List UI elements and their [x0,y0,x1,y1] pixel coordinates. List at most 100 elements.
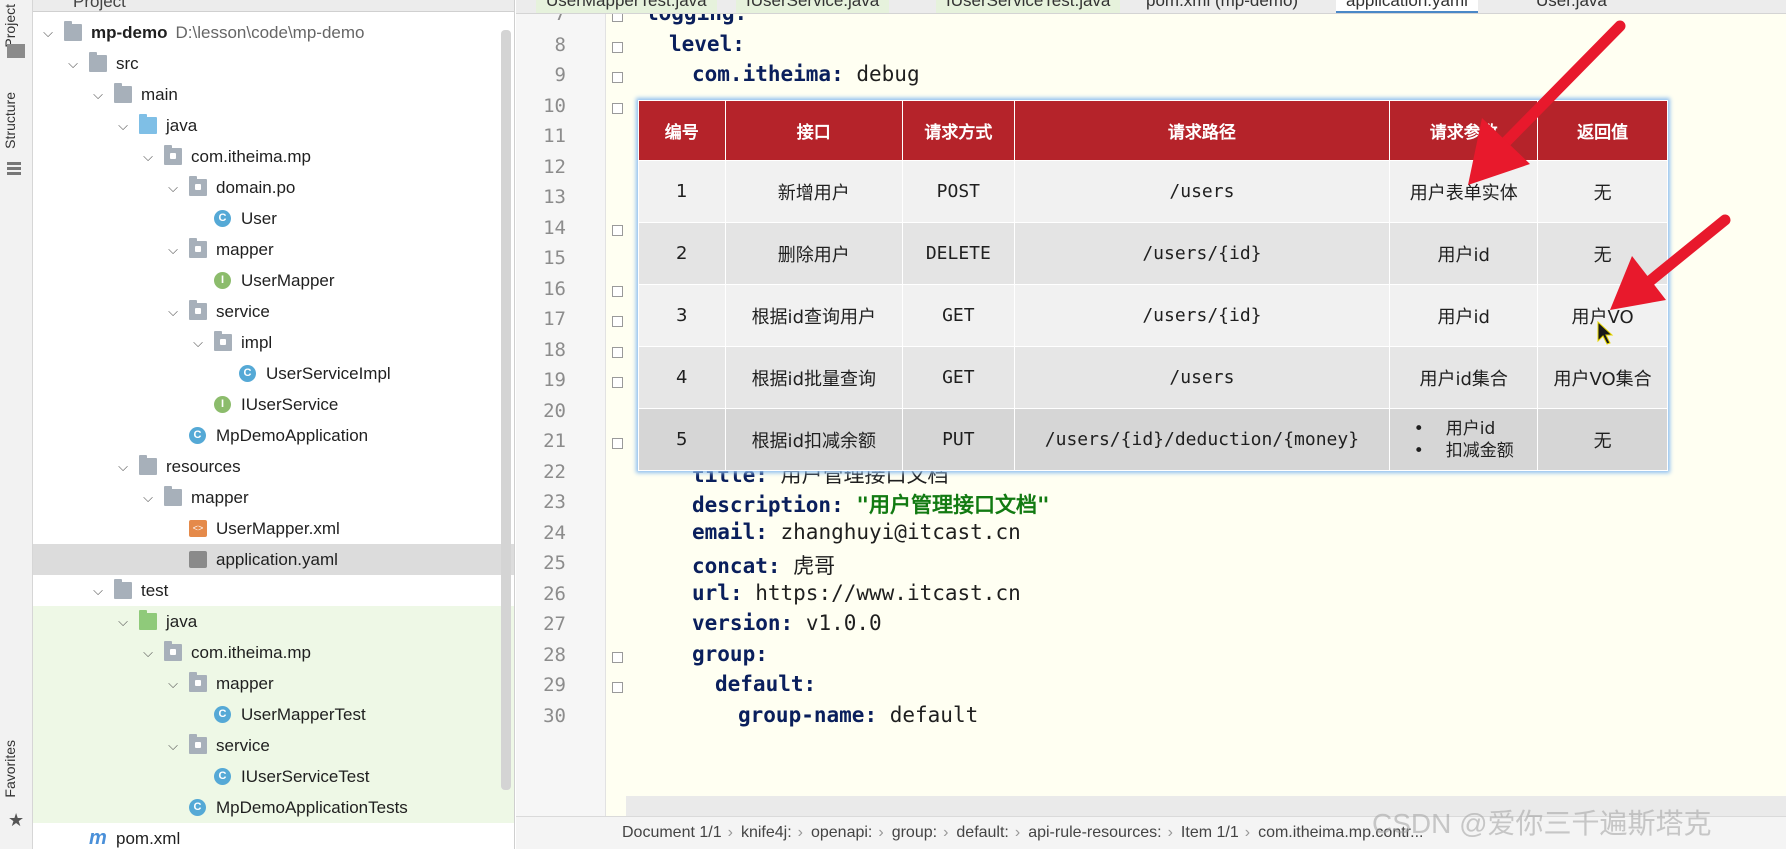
tree-item-label: pom.xml [116,829,181,848]
chevron-down-icon[interactable]: ⌵ [116,606,130,637]
chevron-down-icon[interactable]: ⌵ [166,730,180,761]
editor-tab[interactable]: IUserServiceTest.java [936,0,1121,13]
editor-tab[interactable]: IUserService.java [736,0,890,13]
line-number: 19 [543,369,566,391]
line-number: 13 [543,186,566,208]
test-class-icon: C [214,706,231,723]
chevron-down-icon[interactable]: ⌵ [141,141,155,172]
chevron-down-icon[interactable]: ⌵ [166,234,180,265]
tree-item[interactable]: C UserServiceImpl [33,358,514,389]
breadcrumb-item[interactable]: default: [956,824,1008,841]
tree-item[interactable]: ⌵ java [33,606,514,637]
fold-marker-icon[interactable] [612,285,623,297]
tree-item[interactable]: ⌵ com.itheima.mp [33,637,514,668]
tree-item[interactable]: ⌵ java [33,110,514,141]
breadcrumb-item[interactable]: group: [892,824,937,841]
chevron-down-icon[interactable]: ⌵ [166,668,180,699]
fold-marker-icon[interactable] [612,438,623,449]
tree-item-label: java [166,116,198,135]
tree-item[interactable]: C MpDemoApplicationTests [33,792,514,823]
folder-icon [114,579,132,599]
editor-tab[interactable]: pom.xml (mp-demo) [1136,0,1308,13]
package-icon [164,145,182,165]
fold-marker-icon[interactable] [612,682,623,693]
yaml-file-icon [189,551,207,568]
fold-marker-icon[interactable] [612,41,623,53]
project-tool-label[interactable]: Project [2,4,18,48]
chevron-down-icon[interactable]: ⌵ [141,637,155,668]
tree-item[interactable]: ⌵ resources [33,451,514,482]
line-number: 20 [543,399,566,422]
package-icon [189,300,207,320]
fold-marker-icon[interactable] [612,651,623,663]
tree-item[interactable]: ⌵ impl [33,327,514,358]
tree-item[interactable]: ⌵ domain.po [33,172,514,203]
tree-item[interactable]: ⌵ mapper [33,482,514,513]
star-icon[interactable]: ★ [8,810,24,831]
tree-item[interactable]: ⌵ mapper [33,668,514,699]
breadcrumb-item[interactable]: openapi: [811,824,872,841]
breadcrumb-item[interactable]: Document 1/1 [622,824,722,841]
tree-item[interactable]: ⌵ service [33,730,514,761]
editor-tab[interactable]: application.yaml [1336,0,1478,13]
fold-marker-icon[interactable] [612,224,623,236]
tree-item[interactable]: I UserMapper [33,265,514,296]
fold-marker-icon[interactable] [612,377,623,388]
editor-gutter: 7 8 9 10 11 12 13 14 15 16 17 18 19 20 21 22 23 24 25 26 27 2… [516,0,606,849]
tree-item[interactable]: ⌵ mapper [33,234,514,265]
fold-marker-icon[interactable] [612,102,623,114]
breadcrumb-item[interactable]: Item 1/1 [1181,824,1239,841]
test-folder-icon [139,610,157,630]
tree-item[interactable]: application.yaml [33,544,514,575]
line-number: 24 [543,521,566,544]
fold-marker-icon[interactable] [612,72,623,83]
tree-item[interactable]: ⌵ src [33,48,514,79]
yaml-value: https://www.itcast.cn [755,580,1021,605]
table-row: 5 根据id扣减余额 PUT/users/{id}/deduction/{money… [638,408,1668,471]
chevron-down-icon[interactable]: ⌵ [141,482,155,513]
tree-item[interactable]: C IUserServiceTest [33,761,514,792]
cell-return: 用户VO [1537,284,1668,347]
tree-item[interactable]: m pom.xml [33,823,514,849]
project-icon[interactable] [7,44,25,58]
chevron-down-icon[interactable]: ⌵ [166,172,180,203]
breadcrumb-item[interactable]: api-rule-resources: [1028,824,1161,841]
tree-item[interactable]: ⌵ com.itheima.mp [33,141,514,172]
tree-item[interactable]: ⌵ service [33,296,514,327]
tree-item[interactable]: I IUserService [33,389,514,420]
editor-tab[interactable]: UserMapperTest.java [536,0,717,13]
chevron-down-icon[interactable]: ⌵ [91,575,105,606]
yaml-value: 虎哥 [793,554,836,578]
editor-tab[interactable]: User.java [1526,0,1617,13]
chevron-down-icon[interactable]: ⌵ [166,296,180,327]
tree-item[interactable]: ⌵ mp-demo D:\lesson\code\mp-demo [33,17,514,48]
cell-interface: 删除用户 [724,222,904,285]
cell-method: PUT [902,408,1015,471]
tree-scrollbar[interactable] [501,30,511,790]
maven-file-icon: m [89,827,107,849]
yaml-value: default [889,702,979,727]
param-item: 扣减金额 [1414,440,1514,462]
tree-item[interactable]: C MpDemoApplication [33,420,514,451]
structure-icon[interactable] [7,162,21,176]
structure-tool-label[interactable]: Structure [2,92,18,149]
interface-icon: I [214,396,231,413]
header-method: 请求方式 [902,100,1015,161]
chevron-down-icon[interactable]: ⌵ [41,17,55,48]
chevron-down-icon[interactable]: ⌵ [191,327,205,358]
tree-item[interactable]: <> UserMapper.xml [33,513,514,544]
tree-item[interactable]: C UserMapperTest [33,699,514,730]
chevron-down-icon[interactable]: ⌵ [91,79,105,110]
package-icon [189,672,207,692]
tree-item[interactable]: ⌵ main [33,79,514,110]
favorites-tool-label[interactable]: Favorites [2,740,18,798]
chevron-down-icon[interactable]: ⌵ [66,48,80,79]
tree-item[interactable]: ⌵ test [33,575,514,606]
breadcrumb-item[interactable]: knife4j: [741,824,792,841]
chevron-down-icon[interactable]: ⌵ [116,451,130,482]
fold-marker-icon[interactable] [612,316,623,327]
tree-item[interactable]: C User [33,203,514,234]
chevron-down-icon[interactable]: ⌵ [116,110,130,141]
fold-marker-icon[interactable] [612,346,623,358]
header-return: 返回值 [1537,100,1668,161]
